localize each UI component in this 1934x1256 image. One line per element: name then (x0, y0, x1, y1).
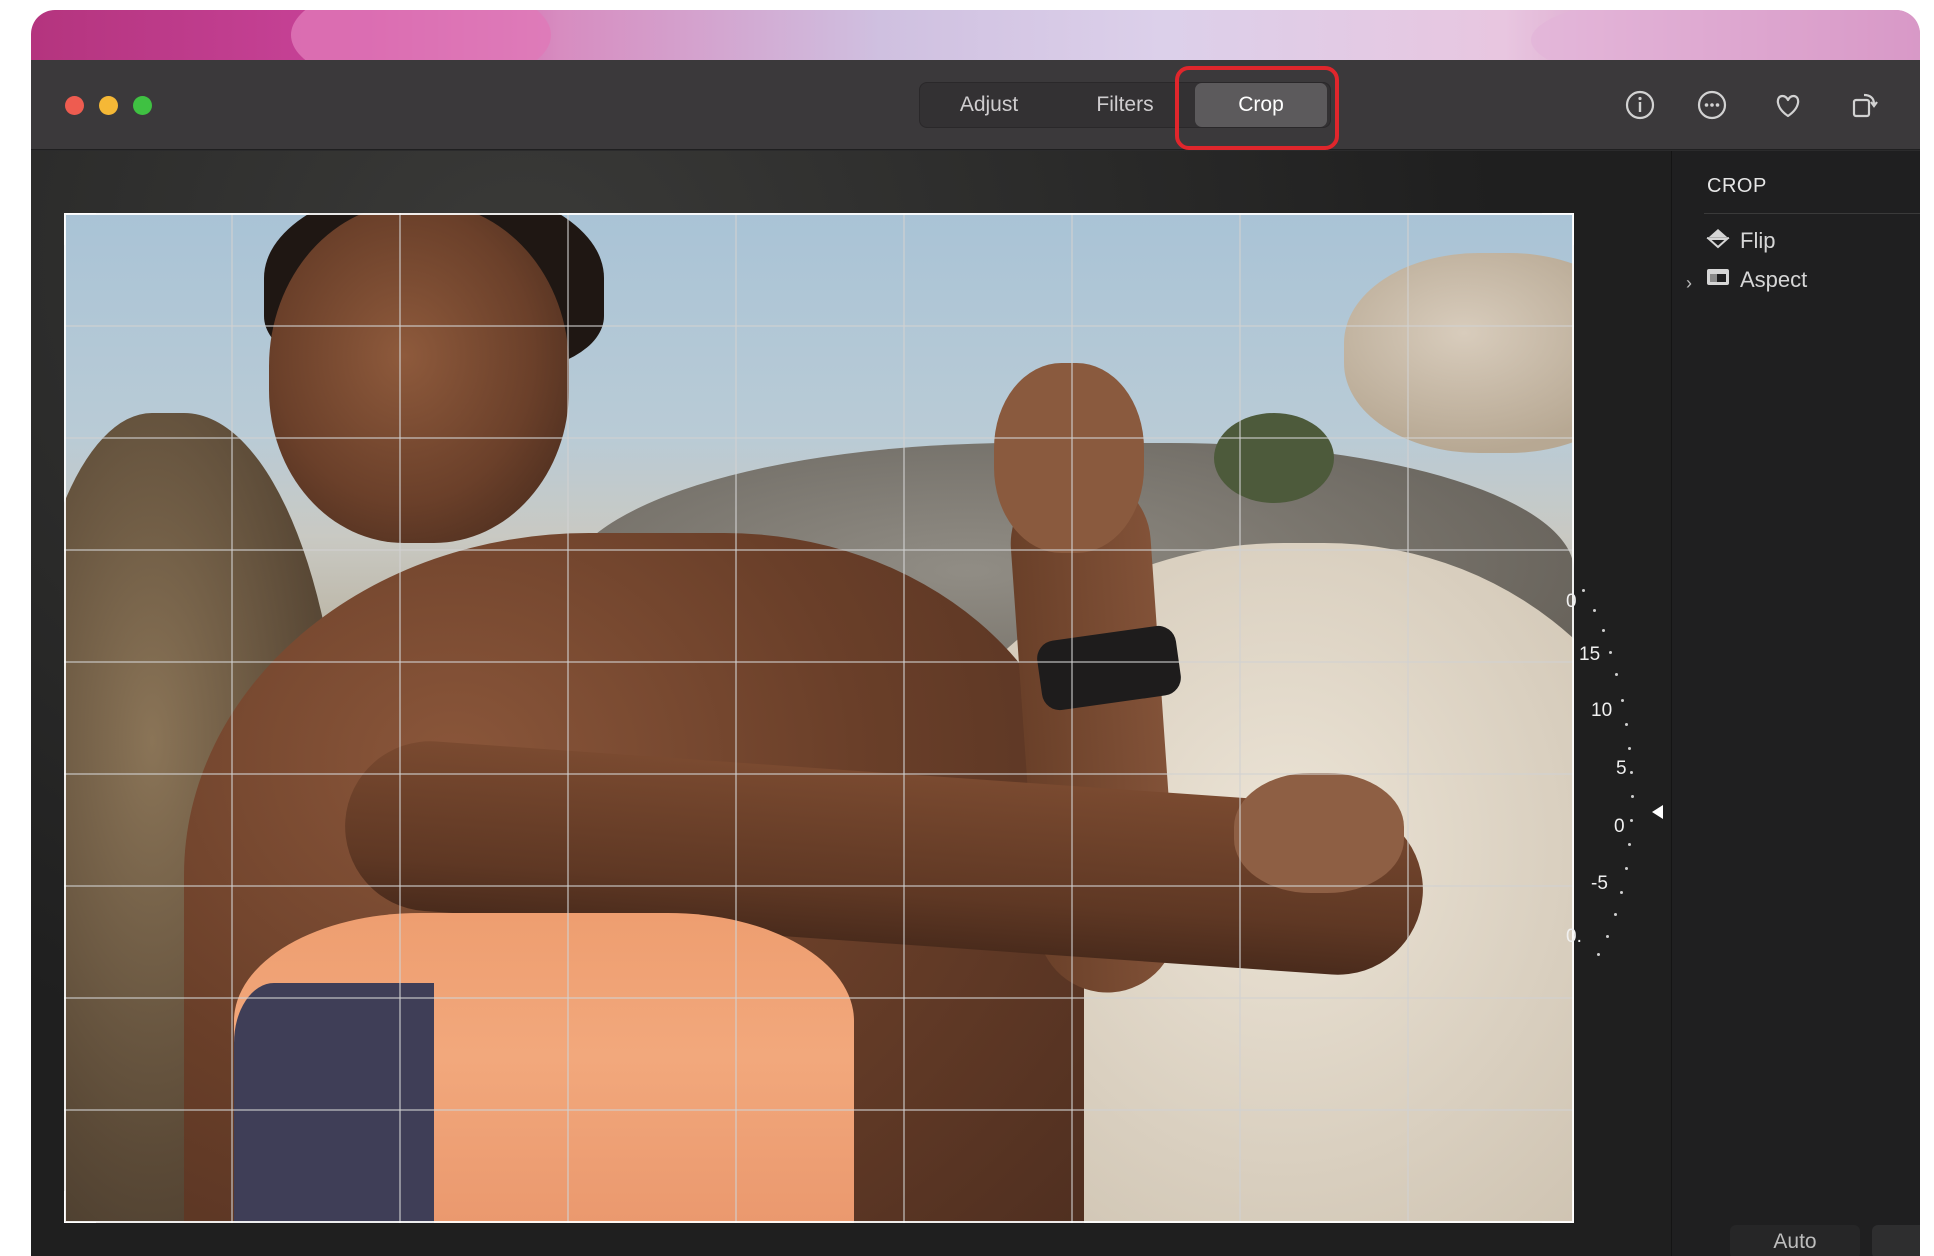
aspect-icon (1706, 267, 1730, 293)
dial-pointer-icon (1652, 805, 1663, 819)
photo-canvas: 0 15 10 5 0 -5 0. (31, 151, 1671, 1256)
zoom-button[interactable] (133, 96, 152, 115)
sidebar-title: CROP (1707, 175, 1767, 197)
aspect-label: Aspect (1740, 267, 1808, 292)
tab-adjust[interactable]: Adjust (920, 83, 1058, 127)
tab-filters[interactable]: Filters (1058, 83, 1192, 127)
dial-label: 0 (1566, 591, 1577, 612)
reset-button[interactable] (1872, 1225, 1920, 1256)
flip-button[interactable]: Flip (1706, 227, 1775, 255)
dial-label: 0. (1566, 926, 1582, 947)
minimize-button[interactable] (99, 96, 118, 115)
dial-label: 10 (1591, 700, 1613, 721)
favorite-heart-icon[interactable] (1769, 86, 1807, 124)
toolbar: Adjust Filters Crop (31, 60, 1920, 150)
aspect-button[interactable]: Aspect (1706, 267, 1807, 293)
info-icon[interactable] (1621, 86, 1659, 124)
crop-handle-top-left[interactable] (64, 213, 96, 245)
dial-label: 15 (1579, 644, 1601, 665)
flip-icon (1706, 227, 1730, 255)
crop-sidebar: CROP Flip › Aspect Auto (1671, 151, 1920, 1256)
sidebar-divider (1704, 213, 1920, 214)
more-options-icon[interactable] (1693, 86, 1731, 124)
rotate-icon[interactable] (1845, 86, 1883, 124)
close-button[interactable] (65, 96, 84, 115)
photos-window: Adjust Filters Crop 0 15 10 5 0 -5 0. CR… (31, 60, 1920, 1256)
dial-label: 5 (1616, 758, 1627, 779)
crop-handle-bottom-right[interactable] (1542, 1191, 1574, 1223)
dial-label: 0 (1614, 816, 1625, 837)
flip-label: Flip (1740, 228, 1776, 253)
crop-handle-top-right[interactable] (1542, 213, 1574, 245)
crop-tab-highlight (1175, 66, 1339, 150)
crop-handle-bottom-left[interactable] (64, 1191, 96, 1223)
desktop-wallpaper (31, 10, 1920, 66)
auto-button[interactable]: Auto (1730, 1225, 1860, 1256)
dial-label: -5 (1591, 873, 1608, 894)
photo-crop-area[interactable] (64, 213, 1574, 1223)
chevron-right-icon[interactable]: › (1686, 273, 1692, 294)
